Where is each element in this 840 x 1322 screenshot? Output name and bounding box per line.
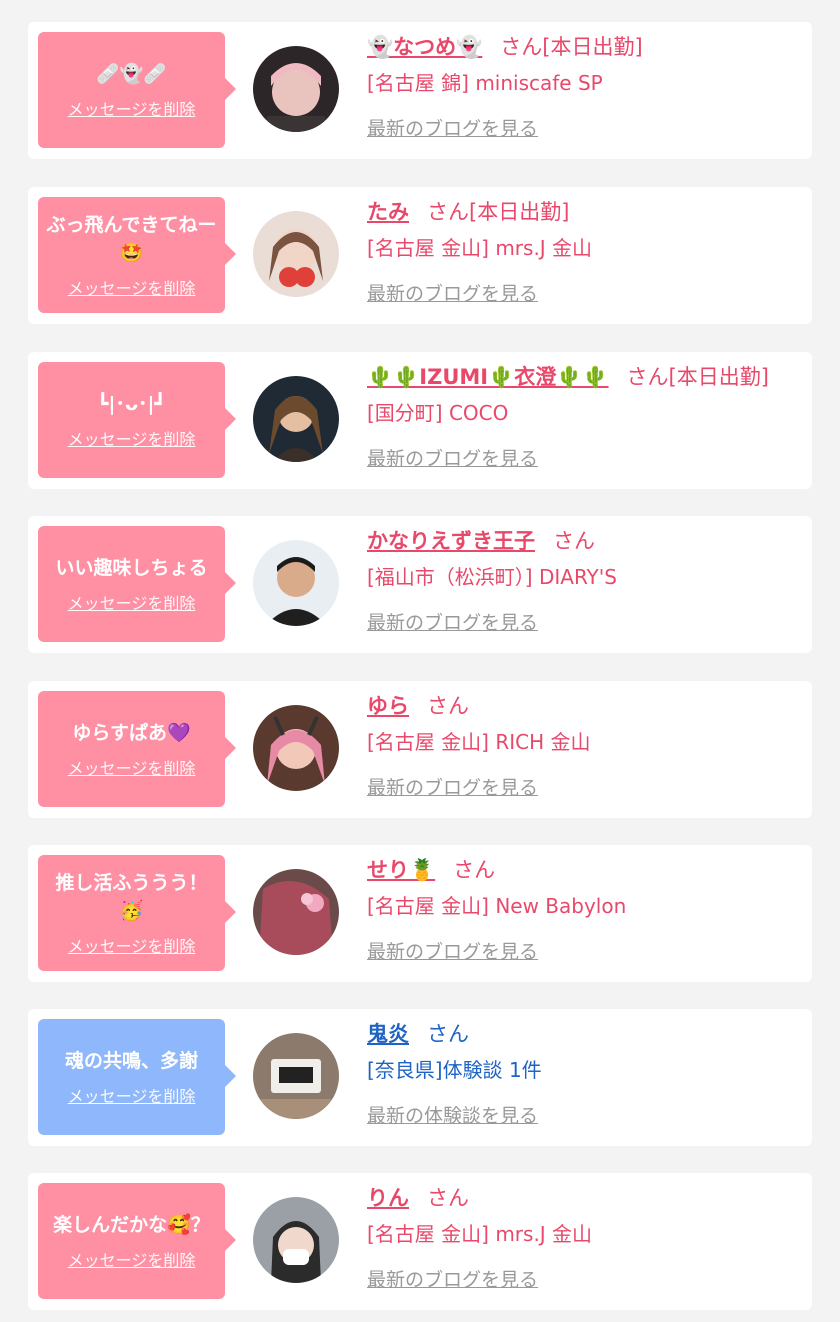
latest-blog-link[interactable]: 最新のブログを見る: [367, 1265, 538, 1292]
profile-name-link[interactable]: ゆら: [367, 694, 409, 718]
shop-info: [奈良県]体験談 1件: [367, 1058, 542, 1082]
honorific: さん: [427, 200, 469, 224]
latest-blog-link[interactable]: 最新のブログを見る: [367, 608, 538, 635]
message-text: 🩹👻🩹: [96, 63, 167, 85]
avatar[interactable]: [253, 705, 339, 791]
message-bubble: 🩹👻🩹 メッセージを削除: [38, 32, 236, 148]
message-bubble: いい趣味しちょる メッセージを削除: [38, 526, 236, 642]
delete-message-link[interactable]: メッセージを削除: [68, 933, 196, 957]
profile-name-link[interactable]: せり🍍: [367, 858, 435, 882]
avatar[interactable]: [253, 869, 339, 955]
message-list: 🩹👻🩹 メッセージを削除 👻なつめ👻 さん[本日出勤] [名古屋 錦] minis…: [0, 0, 840, 1322]
card-info: りん さん [名古屋 金山] mrs.J 金山 最新のブログを見る: [367, 1183, 802, 1292]
honorific: さん: [500, 35, 543, 59]
shop-info: [名古屋 錦] miniscafe SP: [367, 71, 603, 95]
message-text: 魂の共鳴、多謝: [64, 1050, 198, 1072]
message-card: ┗|･ᴗ･|┛ メッセージを削除 🌵🌵IZUMI🌵衣澄🌵🌵 さん[本日出勤] [国…: [28, 352, 812, 489]
message-bubble: ぶっ飛んできてねー🤩 メッセージを削除: [38, 197, 236, 313]
message-card: ぶっ飛んできてねー🤩 メッセージを削除 たみ さん[本日出勤] [名古屋 金山] …: [28, 187, 812, 324]
shop-info: [国分町] COCO: [367, 401, 509, 425]
latest-blog-link[interactable]: 最新のブログを見る: [367, 114, 538, 141]
message-card: いい趣味しちょる メッセージを削除 かなりえずき王子 さん [福山市（松浜町）] …: [28, 516, 812, 653]
message-bubble: 推し活ふううう！🥳 メッセージを削除: [38, 855, 236, 971]
delete-message-link[interactable]: メッセージを削除: [68, 275, 196, 299]
message-text: 推し活ふううう！🥳: [55, 872, 208, 922]
avatar[interactable]: [253, 376, 339, 462]
avatar[interactable]: [253, 540, 339, 626]
message-bubble: ┗|･ᴗ･|┛ メッセージを削除: [38, 362, 236, 478]
profile-name-link[interactable]: りん: [367, 1186, 409, 1210]
honorific: さん: [427, 694, 469, 718]
latest-blog-link[interactable]: 最新のブログを見る: [367, 937, 538, 964]
profile-name-link[interactable]: 👻なつめ👻: [367, 35, 482, 59]
profile-name-link[interactable]: たみ: [367, 200, 409, 224]
shop-info: [名古屋 金山] mrs.J 金山: [367, 1222, 593, 1246]
shop-info: [名古屋 金山] mrs.J 金山: [367, 236, 593, 260]
avatar[interactable]: [253, 1033, 339, 1119]
card-info: かなりえずき王子 さん [福山市（松浜町）] DIARY'S 最新のブログを見る: [367, 526, 802, 635]
delete-message-link[interactable]: メッセージを削除: [68, 1083, 196, 1107]
status-badge: [本日出勤]: [469, 200, 570, 224]
message-text: ┗|･ᴗ･|┛: [97, 393, 166, 415]
honorific: さん: [553, 529, 595, 553]
profile-name-link[interactable]: 鬼炎: [367, 1022, 409, 1046]
delete-message-link[interactable]: メッセージを削除: [68, 755, 196, 779]
message-text: ゆらすぱあ💜: [72, 722, 191, 744]
message-bubble: ゆらすぱあ💜 メッセージを削除: [38, 691, 236, 807]
card-info: 👻なつめ👻 さん[本日出勤] [名古屋 錦] miniscafe SP 最新のブロ…: [367, 32, 802, 141]
status-badge: [本日出勤]: [668, 365, 769, 389]
avatar[interactable]: [253, 1197, 339, 1283]
message-text: 楽しんだかな🥰？: [53, 1214, 210, 1236]
avatar[interactable]: [253, 211, 339, 297]
delete-message-link[interactable]: メッセージを削除: [68, 426, 196, 450]
honorific: さん: [427, 1186, 469, 1210]
message-card: 推し活ふううう！🥳 メッセージを削除 せり🍍 さん [名古屋 金山] New Ba…: [28, 845, 812, 982]
delete-message-link[interactable]: メッセージを削除: [68, 1247, 196, 1271]
delete-message-link[interactable]: メッセージを削除: [68, 590, 196, 614]
latest-blog-link[interactable]: 最新のブログを見る: [367, 773, 538, 800]
card-info: ゆら さん [名古屋 金山] RICH 金山 最新のブログを見る: [367, 691, 802, 800]
card-info: 🌵🌵IZUMI🌵衣澄🌵🌵 さん[本日出勤] [国分町] COCO 最新のブログを見…: [367, 362, 802, 471]
profile-name-link[interactable]: 🌵🌵IZUMI🌵衣澄🌵🌵: [367, 365, 609, 389]
honorific: さん: [427, 1022, 469, 1046]
card-info: 鬼炎 さん [奈良県]体験談 1件 最新の体験談を見る: [367, 1019, 802, 1128]
avatar[interactable]: [253, 46, 339, 132]
message-text: いい趣味しちょる: [55, 557, 208, 579]
card-info: たみ さん[本日出勤] [名古屋 金山] mrs.J 金山 最新のブログを見る: [367, 197, 802, 306]
delete-message-link[interactable]: メッセージを削除: [68, 96, 196, 120]
honorific: さん: [453, 858, 496, 882]
message-card: ゆらすぱあ💜 メッセージを削除 ゆら さん [名古屋 金山] RICH 金山 最新…: [28, 681, 812, 818]
message-card: 魂の共鳴、多謝 メッセージを削除 鬼炎 さん [奈良県]体験談 1件 最新の体験談…: [28, 1009, 812, 1146]
honorific: さん: [626, 365, 669, 389]
latest-review-link[interactable]: 最新の体験談を見る: [367, 1101, 538, 1128]
shop-info: [福山市（松浜町）] DIARY'S: [367, 565, 617, 589]
card-info: せり🍍 さん [名古屋 金山] New Babylon 最新のブログを見る: [367, 855, 802, 964]
shop-info: [名古屋 金山] RICH 金山: [367, 730, 591, 754]
message-bubble: 魂の共鳴、多謝 メッセージを削除: [38, 1019, 236, 1135]
profile-name-link[interactable]: かなりえずき王子: [367, 529, 535, 553]
status-badge: [本日出勤]: [542, 35, 643, 59]
latest-blog-link[interactable]: 最新のブログを見る: [367, 444, 538, 471]
message-card: 楽しんだかな🥰？ メッセージを削除 りん さん [名古屋 金山] mrs.J 金山…: [28, 1173, 812, 1310]
latest-blog-link[interactable]: 最新のブログを見る: [367, 279, 538, 306]
message-card: 🩹👻🩹 メッセージを削除 👻なつめ👻 さん[本日出勤] [名古屋 錦] minis…: [28, 22, 812, 159]
message-bubble: 楽しんだかな🥰？ メッセージを削除: [38, 1183, 236, 1299]
message-text: ぶっ飛んできてねー🤩: [46, 214, 217, 264]
shop-info: [名古屋 金山] New Babylon: [367, 894, 627, 918]
